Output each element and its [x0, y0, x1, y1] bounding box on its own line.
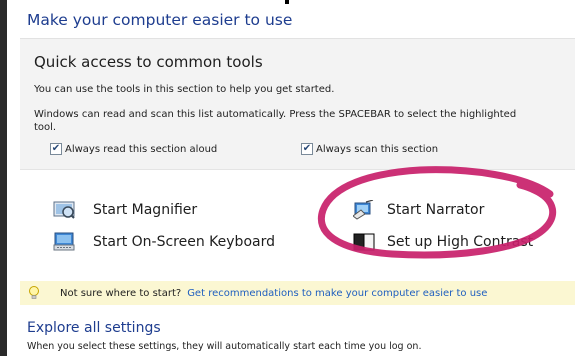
quick-access-instructions: Windows can read and scan this list auto…	[34, 109, 517, 120]
recommendation-tip-bar: Not sure where to start? Get recommendat…	[20, 281, 575, 305]
set-up-high-contrast-label: Set up High Contrast	[387, 234, 534, 250]
start-on-screen-keyboard-link[interactable]: Start On-Screen Keyboard	[53, 232, 275, 252]
explore-settings-description: When you select these settings, they wil…	[27, 341, 422, 352]
start-narrator-label: Start Narrator	[387, 202, 485, 218]
checkbox-box[interactable]: ✔	[50, 143, 62, 155]
scan-section-checkbox[interactable]: ✔ Always scan this section	[301, 142, 438, 156]
quick-access-description: You can use the tools in this section to…	[34, 84, 335, 95]
window-frame-edge	[0, 0, 7, 356]
start-on-screen-keyboard-label: Start On-Screen Keyboard	[93, 234, 275, 250]
magnifier-icon	[53, 200, 75, 220]
start-magnifier-link[interactable]: Start Magnifier	[53, 200, 197, 220]
start-narrator-link[interactable]: Start Narrator	[352, 199, 485, 220]
read-aloud-checkbox[interactable]: ✔ Always read this section aloud	[50, 142, 217, 156]
checkmark-icon: ✔	[302, 143, 312, 154]
page-title: Make your computer easier to use	[27, 11, 293, 29]
cursor-mark	[285, 0, 289, 4]
quick-access-section: Quick access to common tools You can use…	[20, 38, 575, 170]
keyboard-icon	[53, 232, 75, 252]
get-recommendations-link[interactable]: Get recommendations to make your compute…	[187, 288, 487, 299]
scan-section-label: Always scan this section	[316, 143, 439, 155]
checkbox-box[interactable]: ✔	[301, 143, 313, 155]
lightbulb-icon	[28, 286, 40, 300]
quick-access-title: Quick access to common tools	[34, 53, 263, 71]
high-contrast-icon	[353, 232, 375, 252]
narrator-icon	[352, 199, 375, 220]
set-up-high-contrast-link[interactable]: Set up High Contrast	[353, 232, 533, 252]
tip-prefix: Not sure where to start?	[60, 287, 182, 299]
start-magnifier-label: Start Magnifier	[93, 202, 198, 218]
read-aloud-label: Always read this section aloud	[65, 143, 218, 155]
quick-access-instructions-cont: tool.	[34, 122, 57, 133]
checkmark-icon: ✔	[51, 143, 61, 154]
explore-all-settings-heading: Explore all settings	[27, 320, 161, 336]
